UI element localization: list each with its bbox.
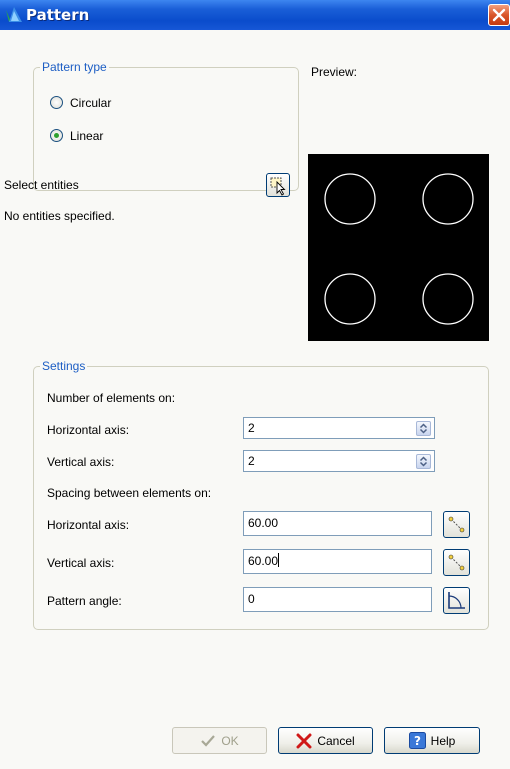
- pattern-angle-pick-button[interactable]: [443, 587, 470, 614]
- checkmark-icon: [201, 734, 216, 747]
- pick-angle-icon: [448, 592, 465, 609]
- preview-circle: [422, 173, 474, 225]
- ok-button-label: OK: [221, 733, 239, 748]
- vertical-count-spin-button[interactable]: [416, 454, 431, 469]
- pattern-preview: [308, 154, 489, 341]
- select-entities-button[interactable]: [266, 173, 290, 197]
- horizontal-count-stepper[interactable]: 2: [243, 417, 435, 439]
- spin-arrows-icon: [419, 423, 428, 434]
- horizontal-count-value: 2: [248, 421, 255, 435]
- help-button[interactable]: ? Help: [384, 727, 480, 754]
- pattern-app-icon: [6, 7, 22, 22]
- selection-status: No entities specified.: [4, 209, 115, 223]
- select-cursor-icon: [270, 177, 286, 196]
- preview-label: Preview:: [311, 65, 358, 79]
- horizontal-count-label: Horizontal axis:: [47, 423, 130, 437]
- pattern-angle-input[interactable]: 0: [243, 587, 432, 612]
- help-question-icon: ?: [408, 732, 426, 749]
- text-caret: [278, 553, 280, 567]
- preview-circle: [422, 273, 474, 325]
- circular-radio[interactable]: [50, 96, 63, 109]
- horizontal-spacing-pick-button[interactable]: [443, 511, 470, 538]
- preview-graphic: [324, 173, 474, 325]
- close-icon: [492, 8, 506, 22]
- vertical-count-value: 2: [248, 454, 255, 468]
- vertical-count-label: Vertical axis:: [47, 455, 115, 469]
- radio-selected-dot: [54, 133, 59, 138]
- vertical-spacing-input[interactable]: 60.00: [243, 549, 432, 574]
- preview-circle: [324, 173, 376, 225]
- window-title: Pattern: [26, 6, 90, 24]
- cancel-x-icon: [296, 733, 312, 748]
- linear-radio[interactable]: [50, 129, 63, 142]
- vertical-spacing-value: 60.00: [248, 554, 279, 568]
- dialog-body: Pattern type Circular Linear Preview: Se…: [0, 30, 510, 742]
- pattern-type-legend: Pattern type: [40, 60, 109, 74]
- ok-button[interactable]: OK: [172, 727, 267, 754]
- linear-radio-label[interactable]: Linear: [70, 129, 103, 143]
- horizontal-count-spin-button[interactable]: [416, 421, 431, 436]
- help-button-label: Help: [430, 733, 456, 748]
- svg-text:?: ?: [414, 734, 421, 748]
- vertical-spacing-label: Vertical axis:: [47, 556, 115, 570]
- number-of-elements-heading: Number of elements on:: [47, 391, 176, 405]
- cancel-button[interactable]: Cancel: [278, 727, 373, 754]
- pattern-dialog: Pattern Pattern type Circular Linear Pre…: [0, 0, 510, 769]
- vertical-spacing-pick-button[interactable]: [443, 549, 470, 576]
- horizontal-spacing-label: Horizontal axis:: [47, 518, 130, 532]
- horizontal-spacing-input[interactable]: 60.00: [243, 511, 432, 536]
- select-entities-label: Select entities: [4, 178, 79, 192]
- preview-circle: [324, 273, 376, 325]
- circular-radio-label[interactable]: Circular: [70, 96, 111, 110]
- title-bar[interactable]: Pattern: [0, 0, 510, 30]
- spin-arrows-icon: [419, 456, 428, 467]
- close-button[interactable]: [488, 4, 510, 26]
- pick-distance-icon: [448, 554, 465, 571]
- pattern-angle-label: Pattern angle:: [47, 594, 122, 608]
- vertical-count-stepper[interactable]: 2: [243, 450, 435, 472]
- cancel-button-label: Cancel: [317, 733, 355, 748]
- settings-legend: Settings: [40, 359, 88, 373]
- spacing-heading: Spacing between elements on:: [47, 486, 212, 500]
- pick-distance-icon: [448, 516, 465, 533]
